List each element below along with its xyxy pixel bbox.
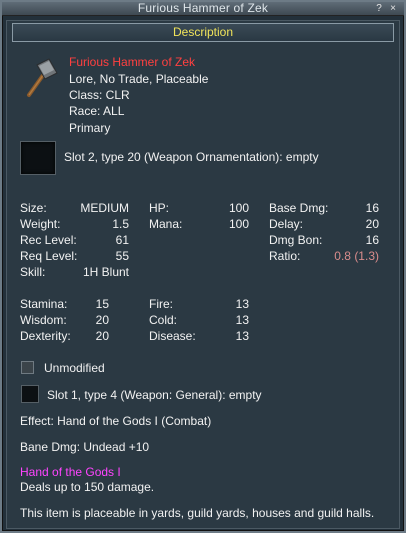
item-panel: Description Furious Hammer of Zek Lore, … bbox=[6, 20, 400, 529]
attr-wisdom-value: 20 bbox=[95, 313, 109, 327]
hammer-icon bbox=[27, 58, 58, 97]
attr-disease-value: 13 bbox=[235, 329, 249, 343]
title-bar[interactable]: Furious Hammer of Zek ? × bbox=[2, 1, 404, 16]
item-display-window: Furious Hammer of Zek ? × Description Fu… bbox=[0, 0, 406, 533]
attr-cold-label: Cold: bbox=[149, 313, 178, 327]
help-icon[interactable]: ? bbox=[373, 3, 385, 14]
stat-req-level-label: Req Level: bbox=[20, 249, 78, 263]
stat-hp-label: HP: bbox=[149, 201, 170, 215]
item-flags: Lore, No Trade, Placeable bbox=[69, 72, 209, 86]
stat-skill-label: Skill: bbox=[20, 265, 46, 279]
item-slot: Primary bbox=[69, 121, 111, 135]
bane-text: Bane Dmg: Undead +10 bbox=[20, 440, 150, 454]
stat-weight-value: 1.5 bbox=[112, 217, 129, 231]
attr-stamina-label: Stamina: bbox=[20, 297, 68, 311]
description-button[interactable]: Description bbox=[12, 23, 394, 42]
attr-cold-value: 13 bbox=[235, 313, 249, 327]
unmodified-label: Unmodified bbox=[44, 361, 105, 375]
spell-name: Hand of the Gods I bbox=[20, 465, 121, 479]
attr-fire-label: Fire: bbox=[149, 297, 173, 311]
item-class: Class: CLR bbox=[69, 88, 130, 102]
unmodified-checkbox[interactable] bbox=[21, 361, 34, 374]
stat-delay-value: 20 bbox=[365, 217, 379, 231]
close-icon[interactable]: × bbox=[387, 3, 399, 14]
stat-skill-value: 1H Blunt bbox=[82, 265, 129, 279]
item-name: Furious Hammer of Zek bbox=[69, 55, 196, 69]
stat-dmg-bon-label: Dmg Bon: bbox=[269, 233, 323, 247]
window-title: Furious Hammer of Zek bbox=[137, 1, 269, 15]
attr-dexterity-label: Dexterity: bbox=[20, 329, 71, 343]
stat-req-level-value: 55 bbox=[115, 249, 129, 263]
aug-slot-text: Slot 1, type 4 (Weapon: General): empty bbox=[47, 388, 262, 402]
placeable-note: This item is placeable in yards, guild y… bbox=[20, 506, 375, 520]
stat-size-label: Size: bbox=[20, 201, 47, 215]
stat-base-dmg-value: 16 bbox=[365, 201, 379, 215]
attr-fire-value: 13 bbox=[235, 297, 249, 311]
ornament-slot-text: Slot 2, type 20 (Weapon Ornamentation): … bbox=[64, 150, 319, 164]
stat-mana-value: 100 bbox=[228, 217, 249, 231]
stat-size-value: MEDIUM bbox=[80, 201, 129, 215]
stat-delay-label: Delay: bbox=[269, 217, 304, 231]
stat-dmg-bon-value: 16 bbox=[365, 233, 379, 247]
aug-slot-box[interactable] bbox=[21, 385, 39, 403]
stat-rec-level-label: Rec Level: bbox=[20, 233, 77, 247]
attr-disease-label: Disease: bbox=[149, 329, 196, 343]
attr-stamina-value: 15 bbox=[95, 297, 109, 311]
attr-wisdom-label: Wisdom: bbox=[20, 313, 67, 327]
spell-description: Deals up to 150 damage. bbox=[20, 480, 155, 494]
stat-base-dmg-label: Base Dmg: bbox=[269, 201, 329, 215]
stat-ratio-value: 0.8 (1.3) bbox=[334, 249, 379, 263]
effect-text: Effect: Hand of the Gods I (Combat) bbox=[20, 414, 212, 428]
stat-mana-label: Mana: bbox=[149, 217, 183, 231]
stat-ratio-label: Ratio: bbox=[269, 249, 301, 263]
attr-dexterity-value: 20 bbox=[95, 329, 109, 343]
stat-rec-level-value: 61 bbox=[115, 233, 129, 247]
stat-hp-value: 100 bbox=[228, 201, 249, 215]
ornament-slot-box[interactable] bbox=[20, 141, 56, 175]
item-race: Race: ALL bbox=[69, 104, 125, 118]
stat-weight-label: Weight: bbox=[20, 217, 61, 231]
